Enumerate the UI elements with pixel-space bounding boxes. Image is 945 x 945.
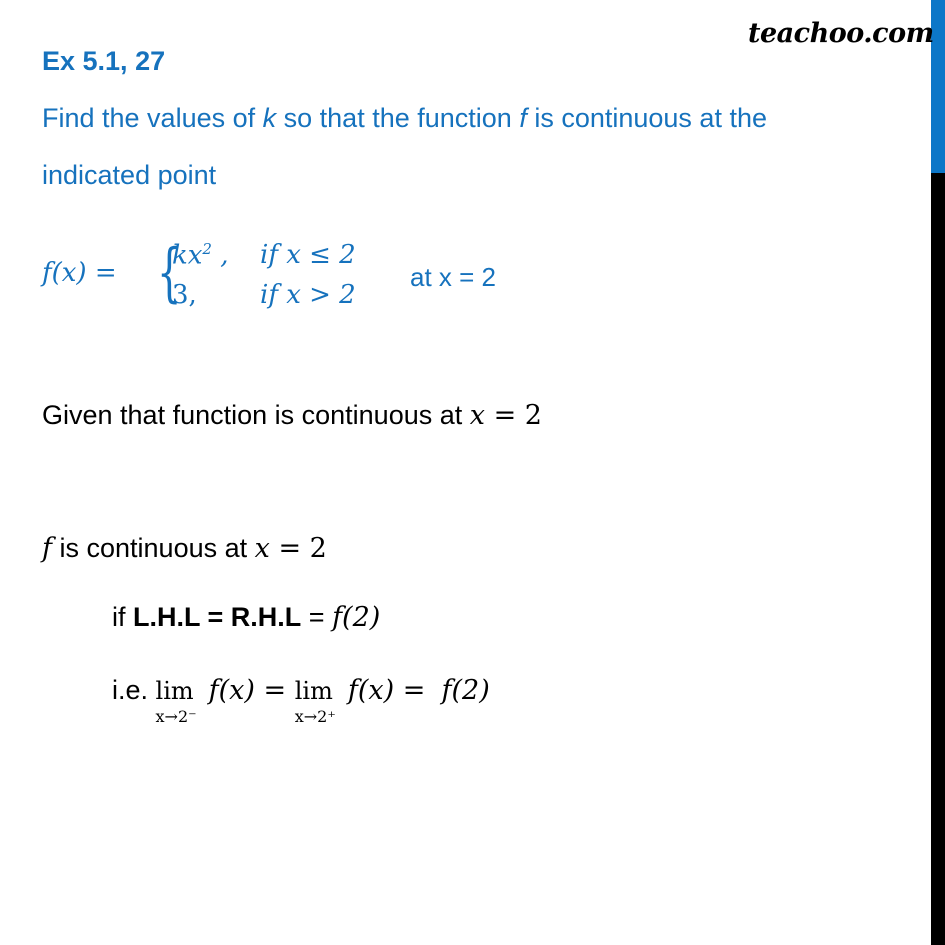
var-f: f	[519, 103, 527, 133]
given-var: x	[469, 400, 485, 431]
given-statement: Given that function is continuous at x =…	[42, 400, 542, 431]
fx-left: f(x)	[208, 675, 255, 706]
given-text: Given that function is continuous at	[42, 400, 470, 430]
if-eq: =	[301, 602, 333, 632]
var-k: k	[262, 103, 277, 133]
left-limit: lim x→2⁻	[155, 677, 197, 726]
left-limit-sub: x→2⁻	[155, 707, 197, 726]
case-1-condition: if x ≤ 2	[260, 240, 356, 270]
cont-f: f	[42, 533, 52, 564]
cont-text: is continuous at	[52, 533, 255, 563]
lhl-rhl: L.H.L = R.H.L	[133, 602, 302, 632]
point-of-continuity: at x = 2	[410, 262, 496, 292]
f-of-2: f(2)	[332, 602, 381, 633]
case-2-condition: if x > 2	[260, 280, 356, 310]
ie-prefix: i.e.	[112, 675, 156, 705]
condition-statement: if L.H.L = R.H.L = f(2)	[112, 602, 380, 633]
given-eq: = 2	[485, 400, 542, 431]
case-1-exponent: 2	[202, 240, 212, 258]
lim-word: lim	[294, 677, 333, 705]
case-1-base: kx	[172, 240, 203, 271]
lim-word: lim	[155, 677, 194, 705]
fx-right: f(x)	[347, 675, 395, 706]
question-text: Find the values of	[42, 103, 263, 133]
right-limit-sub: x→2⁺	[294, 707, 336, 726]
question-text: is continuous at the	[526, 103, 767, 133]
case-2-expression: 3,	[172, 280, 197, 310]
equals-1: =	[254, 675, 295, 706]
scrollbar-track	[931, 173, 945, 945]
function-lhs: f(x) =	[42, 258, 117, 288]
cont-eq: = 2	[269, 533, 327, 564]
case-1-comma: ,	[211, 240, 229, 271]
question-line-1: Find the values of k so that the functio…	[42, 103, 767, 134]
question-line-2: indicated point	[42, 160, 217, 190]
f-of-2: f(2)	[441, 675, 490, 706]
question-text: so that the function	[276, 103, 520, 133]
limit-equation: i.e. lim x→2⁻ f(x) = lim x→2⁺ f(x) = f(2)	[112, 675, 490, 726]
case-1-expression: kx2 ,	[172, 240, 229, 271]
right-limit: lim x→2⁺	[294, 677, 336, 726]
cont-var: x	[254, 533, 270, 564]
continuity-statement: f is continuous at x = 2	[42, 533, 327, 564]
equals-2: =	[394, 675, 434, 706]
exercise-title: Ex 5.1, 27	[42, 46, 166, 76]
if-prefix: if	[112, 602, 134, 632]
teachoo-logo: teachoo.com	[748, 18, 934, 49]
